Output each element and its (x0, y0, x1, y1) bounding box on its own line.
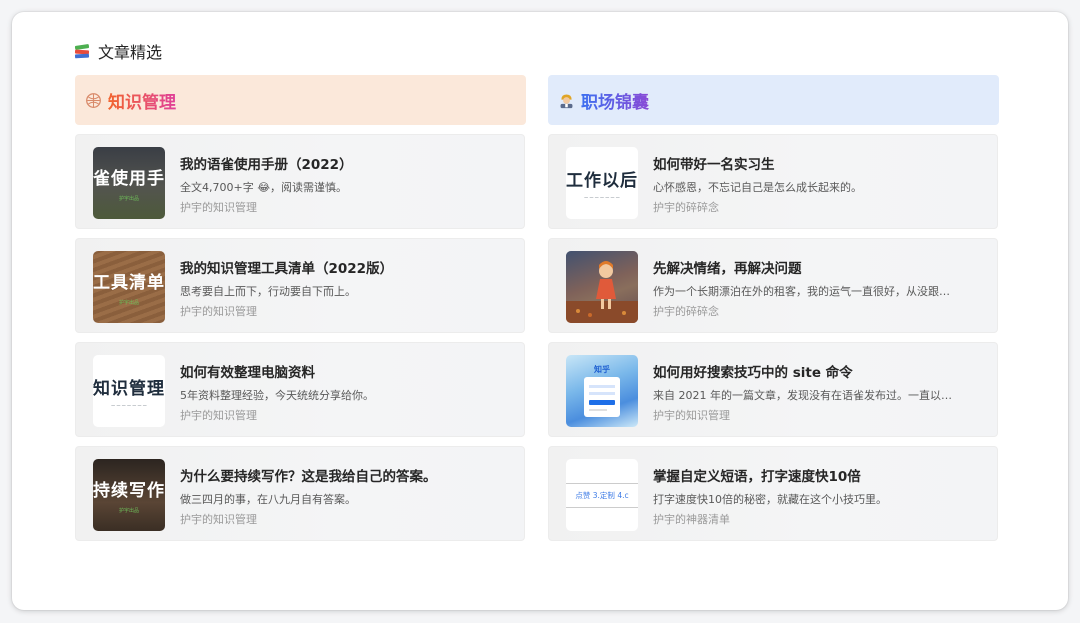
article-source: 护宇的碎碎念 (653, 201, 719, 214)
article-title[interactable]: 先解决情绪，再解决问题 (653, 257, 802, 277)
thumbnail-text: 持续写作 (93, 481, 165, 501)
article-description: 来自 2021 年的一篇文章，发现没有在语雀发布过。一直以来，… (653, 389, 953, 402)
article-source: 护宇的知识管理 (180, 409, 257, 422)
section-title: 文章精选 (74, 40, 162, 62)
article-thumbnail: 工作以后 — — — — — — — (566, 147, 638, 219)
thumbnail-lines: — — — — — — — (111, 403, 147, 408)
article-thumbnail: 点赞 3.定制 4.c (566, 459, 638, 531)
article-thumbnail: 持续写作 护宇出品 (93, 459, 165, 531)
column-header: 职场锦囊 (548, 75, 999, 125)
article-description: 思考要自上而下，行动要自下而上。 (180, 285, 356, 298)
books-icon (74, 43, 90, 59)
thumbnail-subtext: 护宇出品 (118, 300, 139, 306)
article-description: 心怀感恩，不忘记自己是怎么成长起来的。 (653, 181, 862, 194)
article-thumbnail: 雀使用手 护宇出品 (93, 147, 165, 219)
article-source: 护宇的知识管理 (180, 513, 257, 526)
login-card-illustration (584, 376, 620, 417)
office-worker-icon (557, 91, 575, 109)
article-title[interactable]: 我的知识管理工具清单（2022版） (180, 257, 393, 277)
thumbnail-text: 工作以后 (566, 171, 638, 191)
thumbnail-subtext: 护宇出品 (118, 508, 139, 514)
column-career-tips: 职场锦囊 工作以后 — — — — — — — 如何带好一名实习生 心怀感恩，不… (548, 75, 999, 541)
article-card[interactable]: 知识管理 — — — — — — — 如何有效整理电脑资料 5年资料整理经验，今… (75, 342, 525, 437)
article-source: 护宇的神器清单 (653, 513, 730, 526)
thumbnail-lines: — — — — — — — (584, 195, 620, 200)
article-description: 5年资料整理经验，今天统统分享给你。 (180, 389, 374, 402)
article-description: 打字速度快10倍的秘密，就藏在这个小技巧里。 (653, 493, 887, 506)
article-title[interactable]: 为什么要持续写作？这是我给自己的答案。 (180, 465, 437, 485)
thumbnail-text: 知乎 (594, 364, 610, 374)
column-knowledge-management: 知识管理 雀使用手 护宇出品 我的语雀使用手册（2022） 全文4,700+字 … (75, 75, 526, 541)
article-title[interactable]: 如何用好搜索技巧中的 site 命令 (653, 361, 853, 381)
article-description: 全文4,700+字 😂，阅读需谨慎。 (180, 181, 348, 194)
article-card[interactable]: 知乎 如何用好搜索技巧中的 site 命令 来自 2021 年的一篇文章，发现没… (548, 342, 998, 437)
article-card[interactable]: 工具清单 护宇出品 我的知识管理工具清单（2022版） 思考要自上而下，行动要自… (75, 238, 525, 333)
featured-articles-panel: 文章精选 知识管理 雀使用手 护宇出品 我的语雀使用手册（2022） 全文4,7… (12, 12, 1068, 610)
article-thumbnail: 工具清单 护宇出品 (93, 251, 165, 323)
article-card[interactable]: 工作以后 — — — — — — — 如何带好一名实习生 心怀感恩，不忘记自己是… (548, 134, 998, 229)
article-title[interactable]: 掌握自定义短语，打字速度快10倍 (653, 465, 861, 485)
article-title[interactable]: 如何有效整理电脑资料 (180, 361, 315, 381)
section-title-text: 文章精选 (98, 43, 163, 62)
article-source: 护宇的知识管理 (653, 409, 730, 422)
column-header: 知识管理 (75, 75, 526, 125)
article-thumbnail: 知识管理 — — — — — — — (93, 355, 165, 427)
column-header-label: 职场锦囊 (581, 88, 649, 113)
thumbnail-text: 知识管理 (93, 379, 165, 399)
article-card[interactable]: 持续写作 护宇出品 为什么要持续写作？这是我给自己的答案。 做三四月的事，在八九… (75, 446, 525, 541)
article-title[interactable]: 如何带好一名实习生 (653, 153, 775, 173)
brain-icon (84, 91, 102, 109)
article-source: 护宇的知识管理 (180, 305, 257, 318)
thumbnail-text: 雀使用手 (93, 169, 165, 189)
thumbnail-text: 工具清单 (93, 273, 165, 293)
thumbnail-text: 点赞 3.定制 4.c (575, 490, 629, 500)
article-title[interactable]: 我的语雀使用手册（2022） (180, 153, 353, 173)
article-description: 做三四月的事，在八九月自有答案。 (180, 493, 356, 506)
article-card[interactable]: 先解决情绪，再解决问题 作为一个长期漂泊在外的租客，我的运气一直很好，从没跟房东… (548, 238, 998, 333)
article-thumbnail: 知乎 (566, 355, 638, 427)
article-thumbnail (566, 251, 638, 323)
column-header-label: 知识管理 (108, 88, 176, 113)
article-source: 护宇的碎碎念 (653, 305, 719, 318)
article-source: 护宇的知识管理 (180, 201, 257, 214)
article-card[interactable]: 雀使用手 护宇出品 我的语雀使用手册（2022） 全文4,700+字 😂，阅读需… (75, 134, 525, 229)
thumbnail-subtext: 护宇出品 (118, 196, 139, 202)
article-description: 作为一个长期漂泊在外的租客，我的运气一直很好，从没跟房东… (653, 285, 953, 298)
anime-girl-illustration (566, 251, 638, 323)
article-card[interactable]: 点赞 3.定制 4.c 掌握自定义短语，打字速度快10倍 打字速度快10倍的秘密… (548, 446, 998, 541)
